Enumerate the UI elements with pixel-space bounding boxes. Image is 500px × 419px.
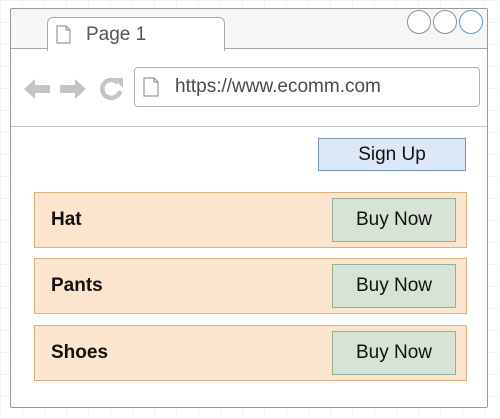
- url-text: https://www.ecomm.com: [175, 76, 381, 97]
- page-content: Sign Up Hat Buy Now Pants Buy Now Shoes …: [11, 127, 487, 407]
- sign-up-button[interactable]: Sign Up: [318, 138, 466, 171]
- tab-label: Page 1: [86, 24, 147, 45]
- product-name: Shoes: [51, 342, 109, 363]
- title-bar: Page 1: [11, 9, 487, 51]
- browser-window: Page 1 https://www.ecomm.com Sign Up Hat…: [10, 8, 488, 408]
- reload-icon[interactable]: [98, 76, 124, 102]
- back-arrow-icon[interactable]: [23, 78, 51, 100]
- product-row-pants: Pants Buy Now: [34, 258, 467, 314]
- address-bar[interactable]: https://www.ecomm.com: [134, 67, 480, 107]
- buy-now-button-shoes[interactable]: Buy Now: [332, 331, 456, 375]
- product-name: Hat: [51, 209, 82, 230]
- minimize-button[interactable]: [407, 10, 431, 34]
- close-button[interactable]: [459, 10, 483, 34]
- product-row-hat: Hat Buy Now: [34, 192, 467, 248]
- buy-now-button-pants[interactable]: Buy Now: [332, 264, 456, 308]
- tab-page-1[interactable]: Page 1: [47, 17, 225, 51]
- navigation-bar: https://www.ecomm.com: [11, 49, 487, 127]
- product-name: Pants: [51, 275, 103, 296]
- document-icon: [143, 77, 159, 97]
- window-controls: [407, 10, 483, 34]
- product-row-shoes: Shoes Buy Now: [34, 325, 467, 381]
- maximize-button[interactable]: [433, 10, 457, 34]
- forward-arrow-icon[interactable]: [59, 78, 87, 100]
- document-icon: [56, 25, 71, 44]
- buy-now-button-hat[interactable]: Buy Now: [332, 198, 456, 242]
